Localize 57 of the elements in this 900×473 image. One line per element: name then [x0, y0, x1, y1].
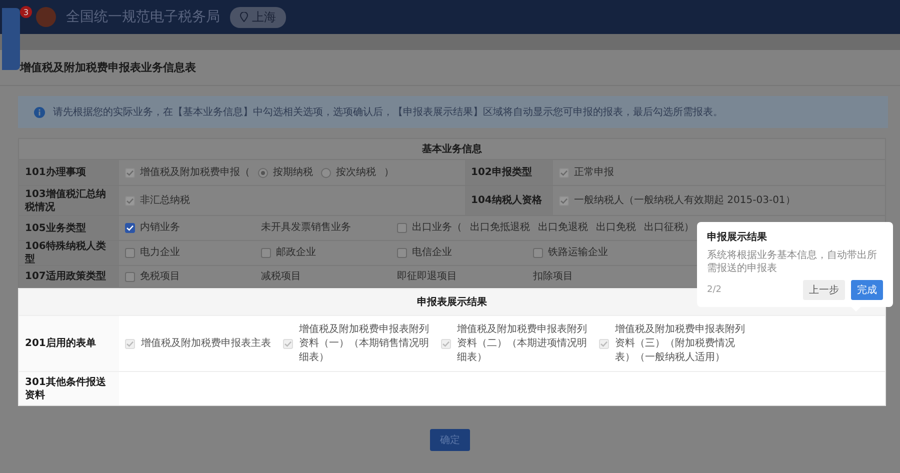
popover-title: 申报展示结果	[707, 230, 768, 244]
option-label: 按次纳税	[336, 166, 376, 180]
field-label: 103增值税汇总纳税情况	[19, 186, 119, 215]
field-label: 102申报类型	[465, 160, 553, 185]
checkbox[interactable]	[261, 248, 271, 258]
option-label: 即征即退项目	[397, 270, 457, 284]
field-label: 201启用的表单	[19, 316, 119, 371]
field-label: 101办理事项	[19, 160, 119, 185]
location-pin-icon	[240, 12, 248, 22]
checkbox[interactable]	[397, 248, 407, 258]
field-label: 107适用政策类型	[19, 266, 119, 287]
checkbox[interactable]	[125, 272, 135, 282]
option-label: 出口业务（	[412, 221, 462, 235]
option-label: 邮政企业	[276, 246, 316, 260]
option-label: 正常申报	[574, 166, 614, 180]
option-label: 增值税及附加税费申报表主表	[141, 336, 271, 350]
option-label: 出口免税	[596, 221, 636, 235]
option-label: 增值税及附加税费申报表附列资料（一）（本期销售情况明细表）	[299, 322, 430, 364]
radio-button[interactable]	[258, 168, 268, 178]
option-label: 内销业务	[140, 221, 180, 235]
notification-badge: 3	[20, 6, 32, 18]
option-label: 出口免退税	[538, 221, 588, 235]
notice-text: 请先根据您的实际业务，在【基本业务信息】中勾选相关选项，选项确认后，【申报表展示结果】区域将自动显示您可申报的报表，最后勾选所需报表。	[53, 106, 723, 119]
info-icon	[34, 106, 45, 118]
checkbox[interactable]	[125, 248, 135, 258]
option-label: 减税项目	[261, 270, 301, 284]
option-label: 免税项目	[140, 270, 180, 284]
option-label: 出口征税）	[644, 221, 694, 235]
field-label: 104纳税人资格	[465, 186, 553, 215]
option-label: 增值税及附加税费申报表附列资料（二）（本期进项情况明细表）	[457, 322, 588, 364]
option-label: ）	[384, 166, 394, 180]
option-label: 铁路运输企业	[548, 246, 608, 260]
option-label: 按期纳税	[273, 166, 313, 180]
checkbox[interactable]	[397, 223, 407, 233]
option-label: 电力企业	[140, 246, 180, 260]
option-label: 扣除项目	[533, 270, 573, 284]
field-label: 105业务类型	[19, 216, 119, 240]
field-label: 301其他条件报送资料	[19, 372, 119, 405]
finish-button[interactable]: 完成	[851, 280, 883, 300]
back-button[interactable]: 上一步	[803, 280, 845, 300]
option-label: 非汇总纳税	[140, 194, 190, 208]
radio-button[interactable]	[321, 168, 331, 178]
field-label: 106特殊纳税人类型	[19, 241, 119, 265]
option-label: 增值税及附加税费申报表附列资料（三）（附加税费情况表）（一般纳税人适用）	[615, 322, 746, 364]
option-label: 一般纳税人（一般纳税人有效期起 2015-03-01）	[574, 194, 796, 208]
step-counter: 2/2	[707, 285, 722, 295]
checkbox[interactable]	[533, 248, 543, 258]
popover-text: 系统将根据业务基本信息，自动带出所需报送的申报表	[707, 249, 878, 275]
option-label: 出口免抵退税	[470, 221, 530, 235]
option-label: 电信企业	[412, 246, 452, 260]
site-title: 全国统一规范电子税务局	[66, 8, 220, 26]
emblem-icon	[36, 7, 56, 27]
checkbox[interactable]	[125, 223, 135, 233]
side-tab[interactable]	[2, 8, 20, 70]
option-label: 增值税及附加税费申报（	[140, 166, 250, 180]
confirm-button[interactable]: 确定	[430, 428, 470, 450]
option-label: 未开具发票销售业务	[261, 221, 351, 235]
